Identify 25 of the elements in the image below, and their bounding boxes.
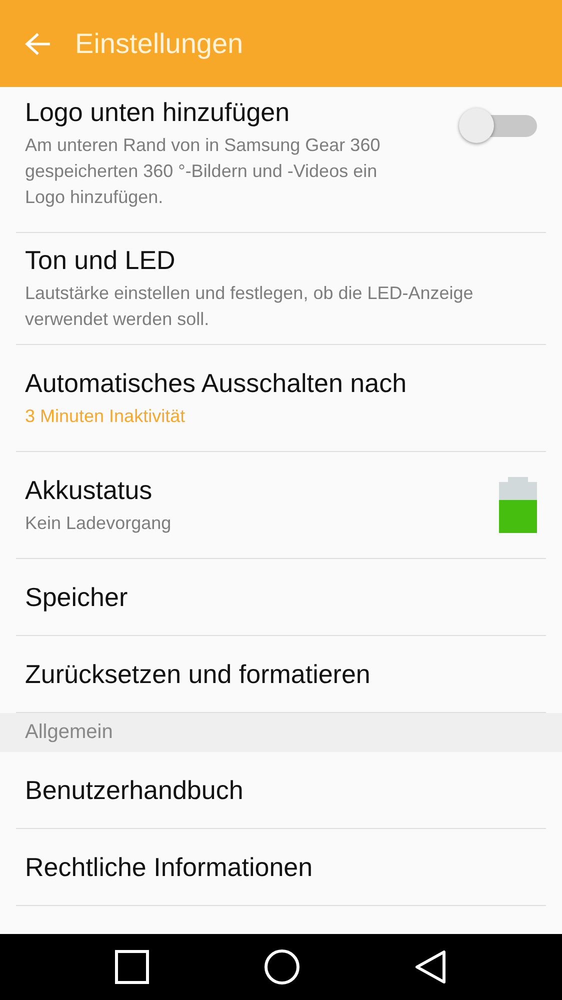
- setting-description: Lautstärke einstellen und festlegen, ob die LED-Anzeige verwendet werden soll.: [25, 282, 474, 331]
- setting-title: Ton und LED: [25, 245, 176, 276]
- setting-title: Benutzerhandbuch: [25, 774, 244, 806]
- screen-title: Einstellungen: [75, 28, 244, 60]
- settings-item[interactable]: Rechtliche Informationen: [16, 829, 546, 906]
- back-icon[interactable]: [415, 950, 447, 984]
- settings-item[interactable]: Akkustatus Kein Ladevorgang: [16, 452, 546, 559]
- settings-item[interactable]: Benutzerhandbuch: [16, 752, 546, 829]
- section-header: Allgemein: [0, 713, 562, 752]
- recent-apps-icon[interactable]: [115, 950, 149, 984]
- settings-item[interactable]: Logo unten hinzufügen Am unteren Rand von in Samsung Gear 360 gespeicherten 360 °-Bildern und -Videos ein Logo hinzufügen.: [16, 87, 546, 233]
- setting-title: Logo unten hinzufügen: [25, 97, 291, 128]
- settings-item[interactable]: Ton und LED Lautstärke einstellen und festlegen, ob die LED-Anzeige verwendet werden soll.: [16, 233, 546, 345]
- settings-item[interactable]: Automatisches Ausschalten nach 3 Minuten Inaktivität: [16, 345, 546, 452]
- setting-title: Speicher: [25, 582, 129, 612]
- setting-description: Am unteren Rand von in Samsung Gear 360 gespeicherten 360 °-Bildern und -Videos ein Logo hinzufügen.: [25, 134, 382, 209]
- home-icon[interactable]: [264, 949, 300, 985]
- setting-title: Zurücksetzen und formatieren: [25, 658, 372, 690]
- setting-description: 3 Minuten Inaktivität: [25, 404, 186, 428]
- setting-title: Rechtliche Informationen: [25, 852, 314, 882]
- battery-icon: [499, 477, 537, 533]
- setting-description: Kein Ladevorgang: [25, 512, 172, 535]
- setting-title: Akkustatus: [25, 474, 154, 506]
- settings-item[interactable]: Speicher: [16, 559, 546, 636]
- setting-title: Automatisches Ausschalten nach: [25, 368, 408, 398]
